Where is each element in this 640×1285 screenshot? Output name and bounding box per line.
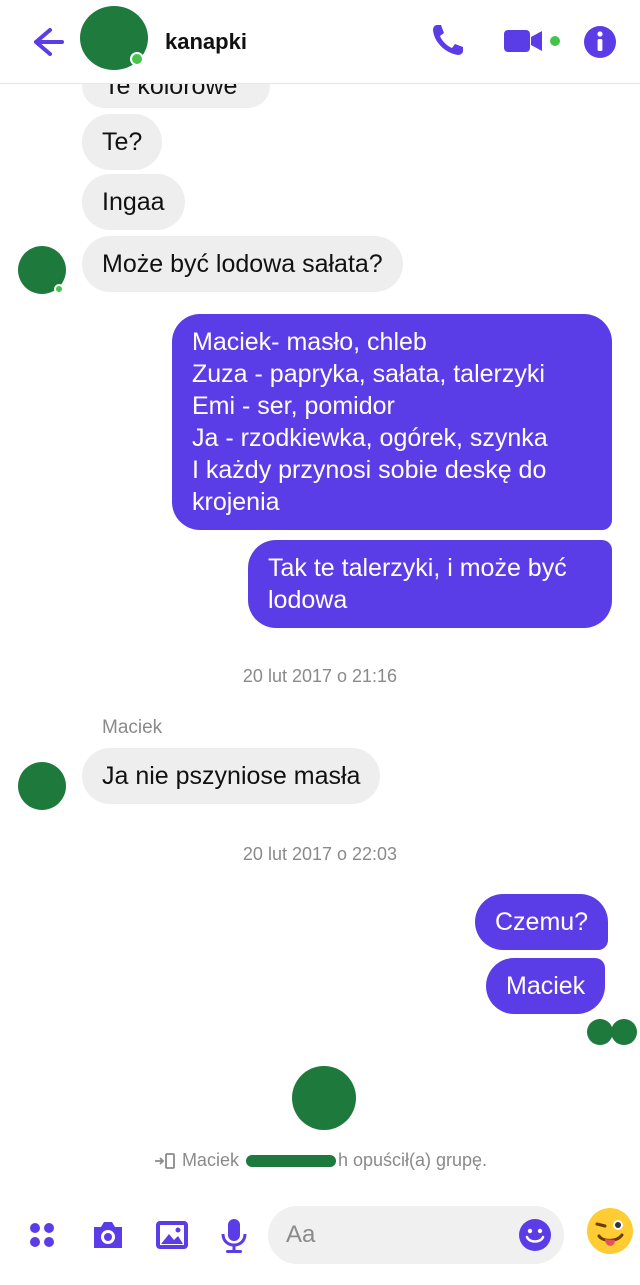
message-bubble-outgoing[interactable]: Maciek- masło, chleb Zuza - papryka, sał… [172, 314, 612, 530]
sender-avatar[interactable] [18, 762, 66, 810]
message-bubble-incoming[interactable]: Ja nie pszyniose masła [82, 748, 381, 804]
online-indicator [54, 284, 64, 294]
microphone-icon[interactable] [214, 1215, 254, 1255]
chat-title[interactable]: kanapki [165, 29, 247, 55]
winking-tongue-emoji-icon[interactable] [585, 1206, 635, 1256]
camera-icon[interactable] [88, 1215, 128, 1255]
message-input[interactable] [286, 1206, 506, 1264]
sender-name: Maciek [102, 717, 163, 738]
timestamp-divider: 20 lut 2017 o 21:16 [242, 666, 398, 686]
system-message-action: h opuścił(a) grupę. [337, 1150, 488, 1170]
timestamp-divider: 20 lut 2017 o 22:03 [242, 844, 398, 864]
message-input-container [268, 1206, 564, 1264]
message-bubble-incoming[interactable]: Ingaa [82, 174, 185, 230]
back-arrow-icon[interactable] [22, 22, 66, 62]
gallery-icon[interactable] [152, 1215, 192, 1255]
composer-bar [0, 1196, 640, 1285]
message-bubble-outgoing[interactable]: Maciek [486, 958, 606, 1014]
system-message: Maciek h opuścił(a) grupę. [0, 1150, 640, 1171]
message-bubble-incoming[interactable]: Te? [82, 114, 163, 170]
system-message-name: Maciek [181, 1150, 239, 1170]
info-icon[interactable] [582, 20, 618, 60]
message-bubble-incoming[interactable]: Może być lodowa sałata? [82, 236, 403, 292]
message-bubble-outgoing[interactable]: Czemu? [475, 894, 609, 950]
online-indicator [130, 52, 144, 66]
message-bubble-outgoing[interactable]: Tak te talerzyki, i może być lodowa [248, 540, 612, 628]
video-call-icon[interactable] [500, 20, 564, 60]
seen-receipt-avatar [587, 1019, 613, 1045]
emoji-picker-icon[interactable] [518, 1218, 552, 1252]
chat-header: kanapki [0, 0, 640, 84]
seen-receipt-avatar [611, 1019, 637, 1045]
leave-group-icon [154, 1153, 175, 1170]
phone-icon[interactable] [428, 20, 468, 60]
more-options-icon[interactable] [22, 1215, 62, 1255]
redaction-scribble [245, 1155, 336, 1168]
typing-avatar [292, 1066, 356, 1130]
